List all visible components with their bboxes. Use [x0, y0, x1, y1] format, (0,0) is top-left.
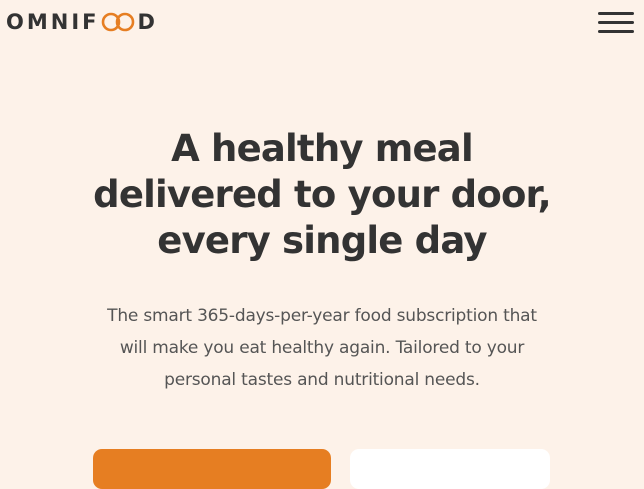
hero-heading: A healthy meal delivered to your door, e…	[0, 126, 644, 264]
site-header: OMNIF D	[0, 0, 644, 48]
hero-description: The smart 365-days-per-year food subscri…	[42, 300, 602, 396]
omnifood-logo[interactable]: OMNIF D	[6, 10, 158, 34]
menu-bar-top	[598, 12, 634, 15]
hero-heading-line-2: delivered to your door,	[93, 173, 551, 216]
hero-description-line-1: The smart 365-days-per-year food subscri…	[107, 306, 537, 326]
logo-text-right: D	[137, 10, 158, 34]
hero-heading-line-3: every single day	[157, 219, 487, 262]
menu-bar-bottom	[598, 30, 634, 33]
secondary-cta-button[interactable]	[350, 449, 550, 489]
hero-description-line-2: will make you eat healthy again. Tailore…	[119, 338, 525, 358]
menu-bar-middle	[598, 21, 634, 24]
hamburger-menu-icon[interactable]	[598, 12, 634, 36]
hero-heading-line-1: A healthy meal	[171, 127, 474, 170]
primary-cta-button[interactable]	[93, 449, 331, 489]
hero-section: A healthy meal delivered to your door, e…	[0, 126, 644, 396]
hero-description-line-3: personal tastes and nutritional needs.	[164, 370, 480, 390]
logo-text-left: OMNIF	[6, 10, 100, 34]
infinity-logo-icon	[102, 12, 135, 32]
